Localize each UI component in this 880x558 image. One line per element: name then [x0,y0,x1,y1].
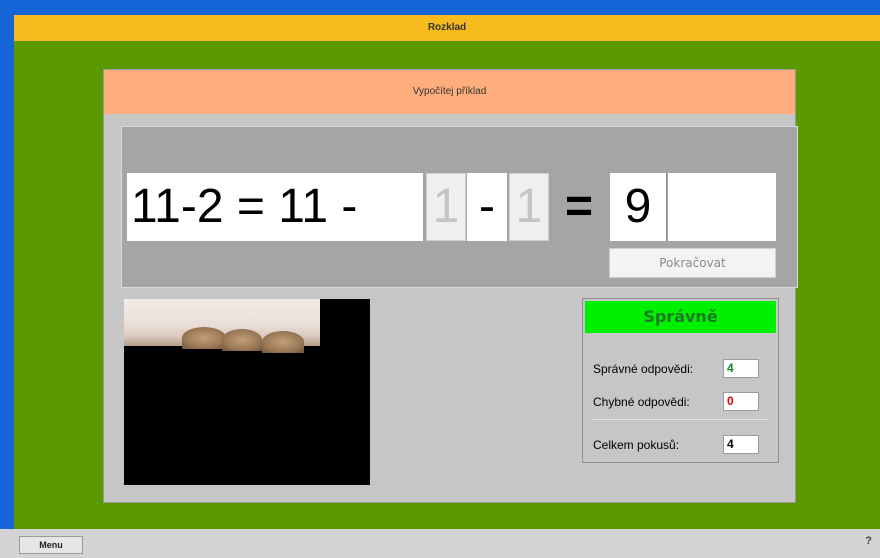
equation-area: 11-2 = 11 - 1 - 1 = 9 Pokračovat [121,126,798,288]
correct-count: 4 [723,359,759,378]
continue-button[interactable]: Pokračovat [609,248,776,278]
wrong-count: 0 [723,392,759,411]
help-icon[interactable]: ? [865,535,872,547]
camera-hair-shape [262,331,304,353]
correct-label: Správné odpovědi: [593,362,694,376]
camera-hair-shape [222,329,262,351]
decomposition-slot-1[interactable]: 1 [426,173,466,241]
decomposition-slot-2[interactable]: 1 [509,173,549,241]
bottom-bar: Menu ? [0,529,880,558]
total-label: Celkem pokusů: [593,438,680,452]
window-title: Rozklad [14,15,880,41]
camera-hair-shape [182,327,226,349]
divider [591,419,769,420]
answer-field-extra[interactable] [668,173,776,241]
menu-button[interactable]: Menu [19,536,83,554]
wrong-label: Chybné odpovědi: [593,395,690,409]
status-badge: Správně [585,301,776,333]
exercise-panel: Vypočítej příklad 11-2 = 11 - 1 - 1 = 9 … [103,69,798,503]
camera-preview [124,299,370,485]
answer-field-ones[interactable]: 9 [610,173,667,241]
minus-sign: - [467,173,507,241]
total-count: 4 [723,435,759,454]
camera-image [124,299,320,353]
equals-sign: = [564,180,594,233]
equation-expression: 11-2 = 11 - [127,173,423,241]
task-header: Vypočítej příklad [104,70,795,114]
results-panel: Správně Správné odpovědi: 4 Chybné odpov… [582,298,779,463]
